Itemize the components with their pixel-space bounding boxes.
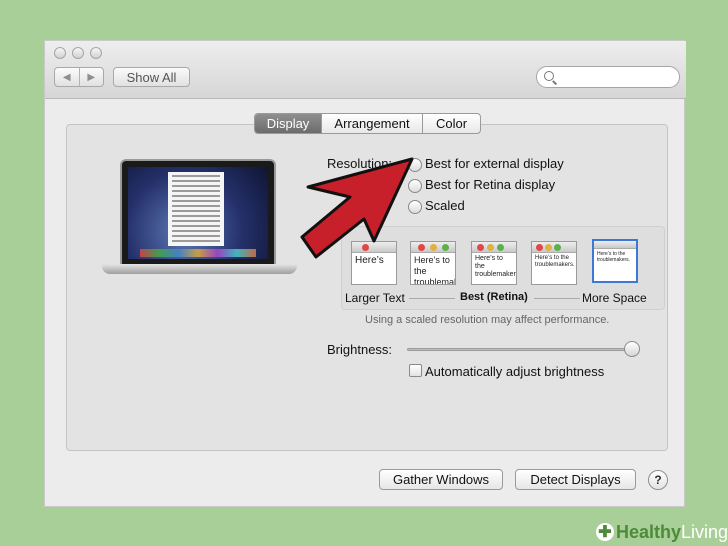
brightness-slider-knob[interactable]	[624, 341, 640, 357]
macbook-illustration	[102, 159, 297, 277]
close-window-button[interactable]	[54, 47, 66, 59]
display-preferences-window: ◀ ▶ Show All Display Arrangement Color R…	[44, 40, 686, 507]
scale-option-more-space[interactable]: Here’s to the troublemakers.	[592, 239, 638, 283]
brightness-label: Brightness:	[327, 342, 393, 357]
scale-option-4[interactable]: Here’s to the troublemakers.	[531, 241, 577, 285]
show-all-button[interactable]: Show All	[113, 67, 190, 87]
scale-label-larger-text: Larger Text	[345, 291, 405, 305]
tab-color[interactable]: Color	[422, 114, 480, 133]
help-button[interactable]: ?	[648, 470, 668, 490]
minimize-window-button[interactable]	[72, 47, 84, 59]
healthy-living-watermark: ✚ Healthy Living	[596, 521, 728, 543]
navigation-buttons: ◀ ▶	[54, 67, 104, 87]
forward-arrow-icon[interactable]: ▶	[78, 68, 104, 86]
gather-windows-button[interactable]: Gather Windows	[379, 469, 503, 490]
auto-brightness-checkbox[interactable]	[409, 364, 422, 377]
detect-displays-button[interactable]: Detect Displays	[515, 469, 636, 490]
brightness-slider-track[interactable]	[407, 348, 636, 351]
tab-arrangement[interactable]: Arrangement	[321, 114, 422, 133]
laptop-base	[102, 264, 297, 274]
tab-bar: Display Arrangement Color	[254, 113, 481, 134]
red-pointer-arrow-icon	[300, 157, 414, 259]
tab-display[interactable]: Display	[255, 114, 321, 133]
scale-label-more-space: More Space	[582, 291, 647, 305]
toolbar: ◀ ▶ Show All	[45, 41, 686, 99]
laptop-screen	[120, 159, 276, 264]
scale-label-best-retina: Best (Retina)	[460, 291, 528, 303]
heart-plus-icon: ✚	[596, 523, 614, 541]
search-icon	[544, 71, 554, 81]
zoom-window-button[interactable]	[90, 47, 102, 59]
auto-brightness-label[interactable]: Automatically adjust brightness	[425, 364, 604, 379]
back-arrow-icon[interactable]: ◀	[55, 68, 79, 86]
search-field[interactable]	[536, 66, 680, 88]
performance-note: Using a scaled resolution may affect per…	[365, 314, 610, 326]
